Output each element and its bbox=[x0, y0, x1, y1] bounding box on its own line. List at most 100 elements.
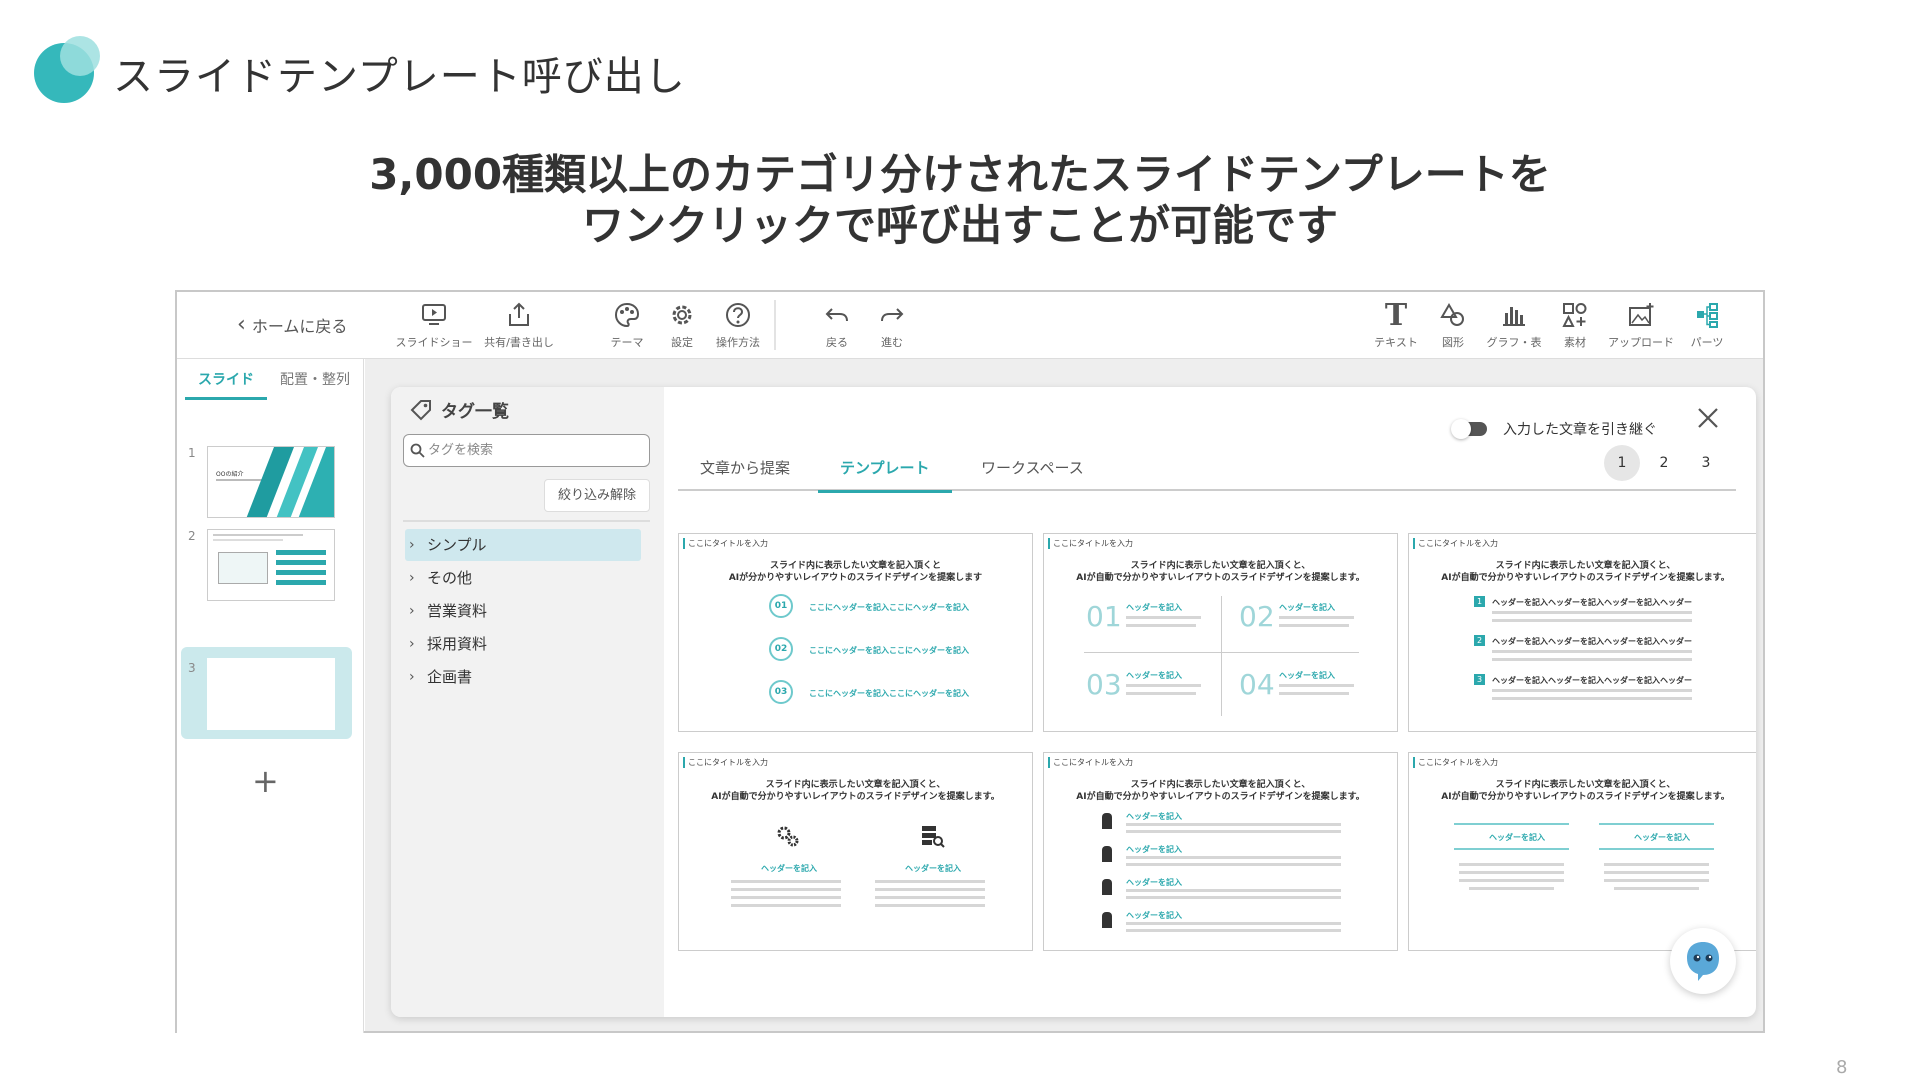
divider bbox=[403, 520, 650, 522]
chevron-right-icon: › bbox=[409, 537, 415, 553]
tab-suggest-from-text[interactable]: 文章から提案 bbox=[700, 457, 790, 490]
person-icon bbox=[1102, 879, 1112, 895]
help-button[interactable]: 操作方法 bbox=[698, 298, 778, 350]
text-placeholder bbox=[1126, 692, 1196, 695]
share-export-label: 共有/書き出し bbox=[484, 336, 554, 349]
text-placeholder bbox=[1279, 692, 1349, 695]
tag-item-simple[interactable]: › シンプル bbox=[405, 529, 641, 561]
page-button-2[interactable]: 2 bbox=[1646, 445, 1682, 481]
text-placeholder bbox=[213, 534, 303, 536]
text-placeholder bbox=[731, 904, 841, 907]
content-tabs: 文章から提案 テンプレート ワークスペース bbox=[678, 445, 1736, 493]
text-placeholder bbox=[731, 896, 841, 899]
template-card-3[interactable]: ここにタイトルを入力 スライド内に表示したい文章を記入頂くと、 AIが自動で分か… bbox=[1408, 533, 1756, 732]
slide-thumbnail-2[interactable] bbox=[207, 529, 335, 601]
search-icon bbox=[410, 443, 425, 458]
redo-button[interactable]: 進む bbox=[852, 298, 932, 350]
carry-over-toggle[interactable]: 入力した文章を引き継ぐ bbox=[1451, 419, 1657, 439]
page-button-3[interactable]: 3 bbox=[1688, 445, 1724, 481]
tag-item-other[interactable]: › その他 bbox=[405, 562, 641, 594]
item-text: ヘッダーを記入 bbox=[1126, 878, 1182, 887]
monitor-play-icon bbox=[394, 298, 474, 332]
slide-thumbnail-title: OOの紹介 bbox=[216, 471, 244, 478]
text-placeholder bbox=[1126, 856, 1341, 859]
template-card-5[interactable]: ここにタイトルを入力 スライド内に表示したい文章を記入頂くと、 AIが自動で分か… bbox=[1043, 752, 1398, 951]
assistant-chat-button[interactable] bbox=[1670, 928, 1736, 994]
tag-panel-title-text: タグ一覧 bbox=[441, 402, 509, 422]
text-placeholder bbox=[731, 880, 841, 883]
column-rule bbox=[1454, 848, 1569, 850]
image-placeholder bbox=[218, 552, 268, 584]
tag-label: 企画書 bbox=[427, 668, 473, 686]
parts-button[interactable]: パーツ bbox=[1667, 298, 1747, 350]
bar-placeholder bbox=[276, 560, 326, 565]
close-icon[interactable] bbox=[1693, 403, 1723, 433]
number-badge: 2 bbox=[1474, 635, 1485, 646]
bar-placeholder bbox=[276, 570, 326, 575]
tab-templates[interactable]: テンプレート bbox=[818, 457, 952, 493]
divider bbox=[1221, 596, 1222, 716]
bar-placeholder bbox=[276, 580, 326, 585]
tab-slides[interactable]: スライド bbox=[185, 369, 267, 400]
person-icon bbox=[1102, 912, 1112, 928]
tag-search-input[interactable]: タグを検索 bbox=[403, 434, 650, 467]
parts-label: パーツ bbox=[1690, 336, 1724, 349]
template-subtitle: AIが自動で分かりやすいレイアウトのスライドデザインを提案します。 bbox=[1441, 573, 1730, 583]
text-placeholder bbox=[1126, 830, 1341, 833]
slide-number: 2 bbox=[188, 529, 196, 543]
chevron-right-icon: › bbox=[409, 669, 415, 685]
item-text: ヘッダーを記入 bbox=[1279, 671, 1335, 680]
item-text: ヘッダーを記入 bbox=[1126, 671, 1182, 680]
slideshow-label: スライドショー bbox=[395, 336, 473, 349]
template-card-4[interactable]: ここにタイトルを入力 スライド内に表示したい文章を記入頂くと、 AIが自動で分か… bbox=[678, 752, 1033, 951]
gears-icon bbox=[777, 826, 799, 847]
template-title: ここにタイトルを入力 bbox=[683, 538, 768, 549]
page-title: スライドテンプレート呼び出し bbox=[113, 54, 686, 100]
template-title: ここにタイトルを入力 bbox=[1413, 538, 1498, 549]
template-card-1[interactable]: ここにタイトルを入力 スライド内に表示したい文章を記入頂くと AIが分かりやすい… bbox=[678, 533, 1033, 732]
slide-thumbnail-3[interactable] bbox=[207, 658, 335, 730]
template-card-2[interactable]: ここにタイトルを入力 スライド内に表示したい文章を記入頂くと、 AIが自動で分か… bbox=[1043, 533, 1398, 732]
slideshow-button[interactable]: スライドショー bbox=[394, 298, 474, 350]
tag-panel-title: タグ一覧 bbox=[409, 397, 509, 422]
text-placeholder bbox=[875, 888, 985, 891]
column-rule bbox=[1599, 823, 1714, 825]
text-placeholder bbox=[1459, 863, 1564, 866]
share-export-button[interactable]: 共有/書き出し bbox=[479, 298, 559, 350]
toolbar-divider bbox=[774, 300, 776, 350]
page-button-1[interactable]: 1 bbox=[1604, 445, 1640, 481]
big-number: 03 bbox=[1086, 668, 1122, 701]
item-text: ヘッダーを記入 bbox=[761, 864, 817, 873]
tab-workspace[interactable]: ワークスペース bbox=[981, 457, 1084, 490]
text-placeholder bbox=[1604, 871, 1709, 874]
number-badge: 1 bbox=[1474, 596, 1485, 607]
template-modal: タグ一覧 タグを検索 絞り込み解除 › シンプル › その他 › 営業資料 › 採用資料… bbox=[391, 387, 1756, 1017]
item-text: ヘッダーを記入 bbox=[1279, 603, 1335, 612]
clear-filter-button[interactable]: 絞り込み解除 bbox=[544, 479, 650, 512]
big-number: 01 bbox=[1086, 600, 1122, 633]
headline-line-2: ワンクリックで呼び出すことが可能です bbox=[581, 201, 1338, 250]
redo-label: 進む bbox=[881, 336, 903, 349]
tag-icon bbox=[410, 399, 431, 420]
item-text: ヘッダーを記入 bbox=[1489, 833, 1545, 842]
tab-arrange[interactable]: 配置・整列 bbox=[267, 369, 363, 400]
toggle-switch[interactable] bbox=[1451, 419, 1491, 439]
template-card-6[interactable]: ここにタイトルを入力 スライド内に表示したい文章を記入頂くと、 AIが自動で分か… bbox=[1408, 752, 1756, 951]
text-placeholder bbox=[1126, 624, 1196, 627]
slide-decoration bbox=[246, 447, 334, 517]
item-text: ヘッダーを記入 bbox=[1634, 833, 1690, 842]
column-rule bbox=[1454, 823, 1569, 825]
share-upload-icon bbox=[479, 298, 559, 332]
bar-placeholder bbox=[276, 550, 326, 555]
tag-item-sales[interactable]: › 営業資料 bbox=[405, 595, 641, 627]
tag-item-recruiting[interactable]: › 採用資料 bbox=[405, 628, 641, 660]
text-placeholder bbox=[1126, 616, 1201, 619]
tag-item-proposal[interactable]: › 企画書 bbox=[405, 661, 641, 693]
text-placeholder bbox=[1126, 896, 1341, 899]
back-home-button[interactable]: ‹ ホームに戻る bbox=[237, 312, 347, 337]
text-placeholder bbox=[1126, 922, 1341, 925]
add-slide-button[interactable]: + bbox=[252, 762, 279, 800]
template-subtitle: AIが自動で分かりやすいレイアウトのスライドデザインを提案します。 bbox=[1076, 792, 1365, 802]
person-icon bbox=[1102, 813, 1112, 829]
slide-thumbnail-1[interactable]: OOの紹介 bbox=[207, 446, 335, 518]
